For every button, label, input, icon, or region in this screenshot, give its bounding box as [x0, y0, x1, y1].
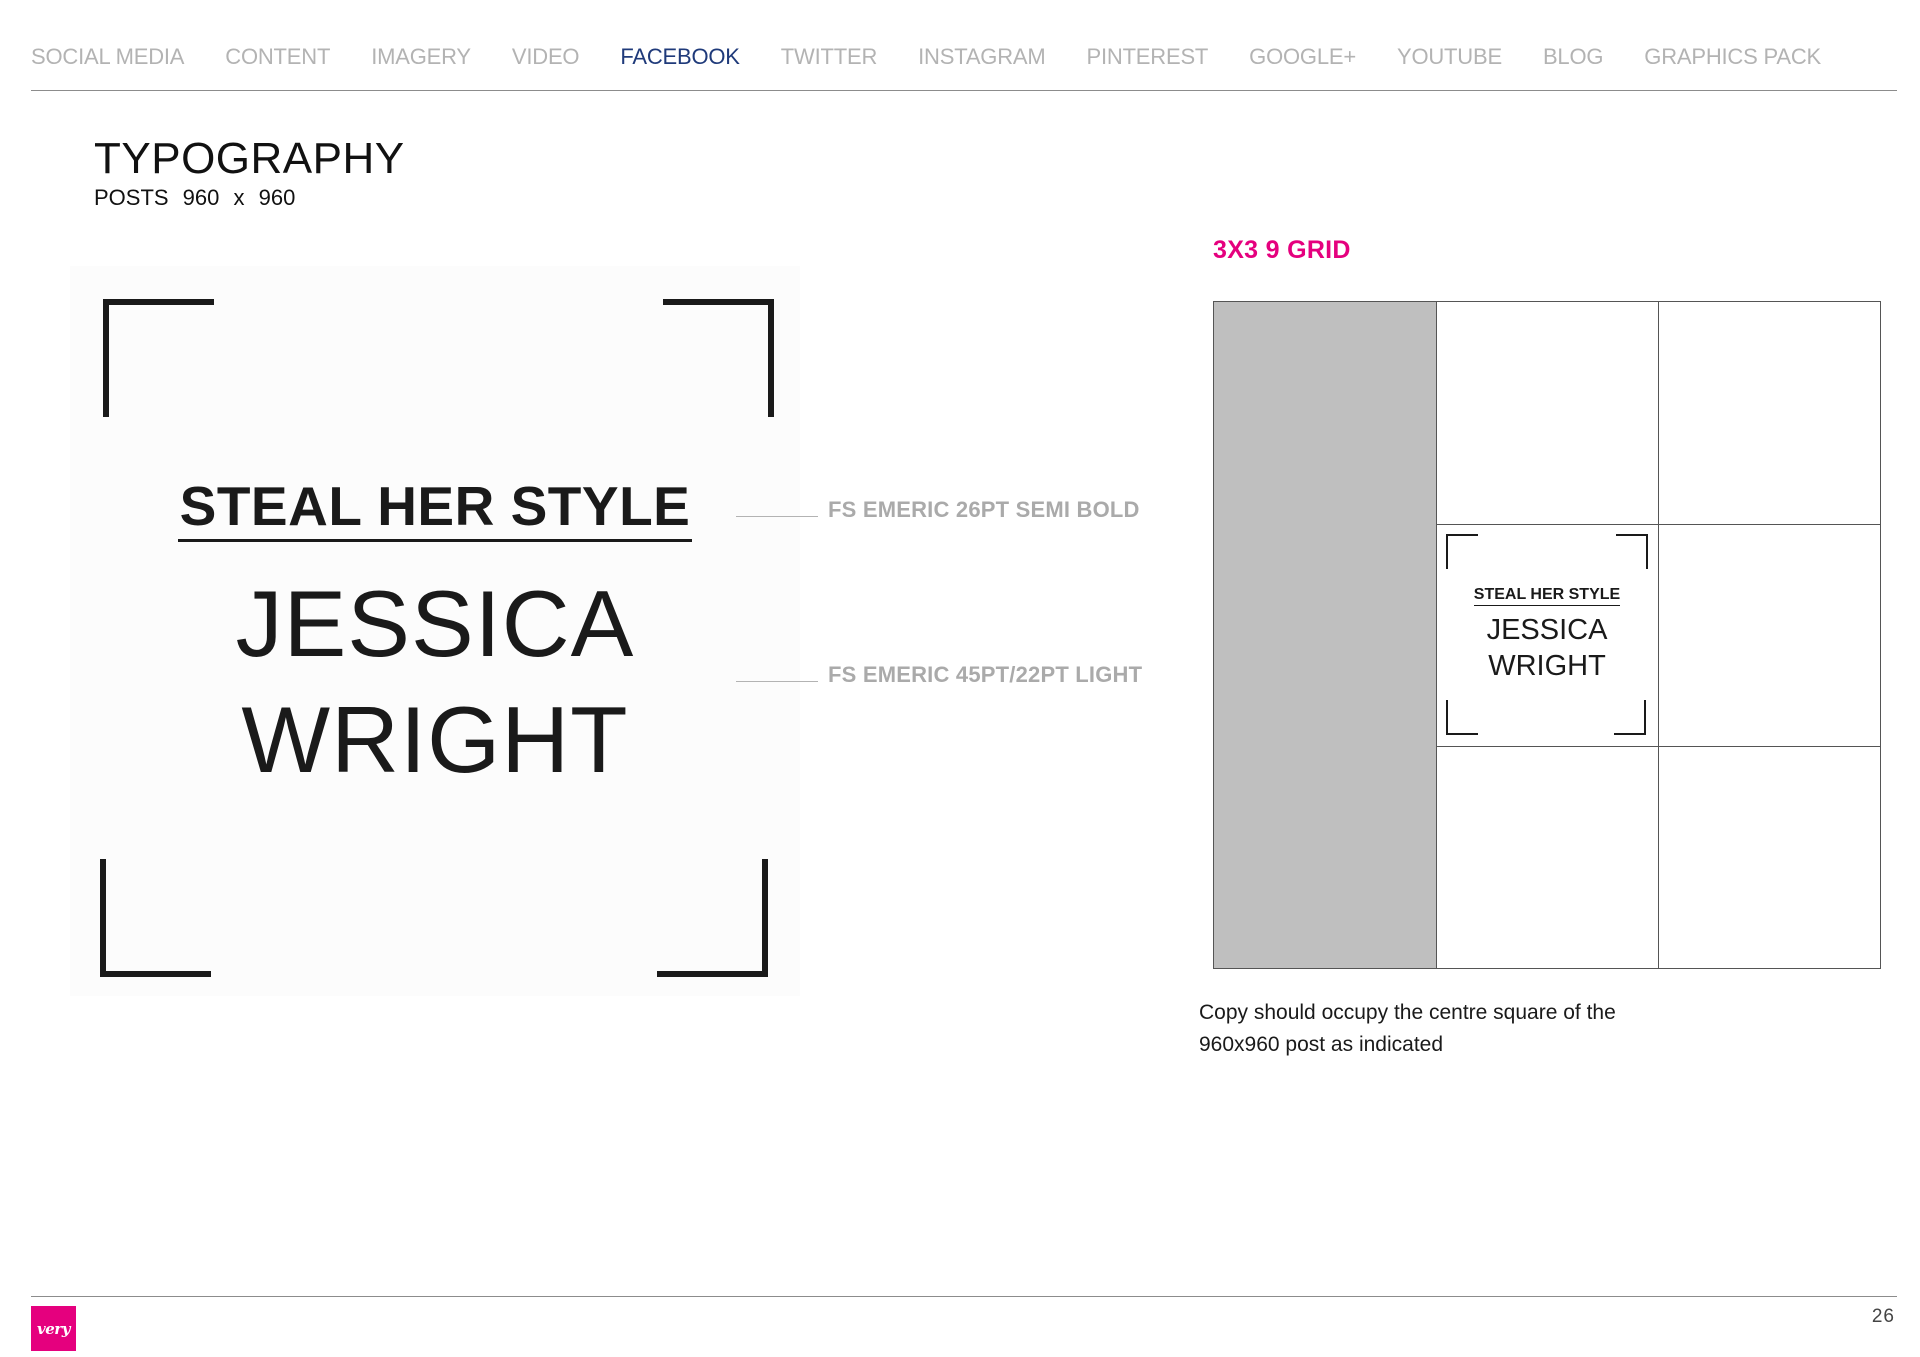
mini-heading-text: STEAL HER STYLE — [1473, 586, 1621, 606]
footer-divider — [31, 1296, 1897, 1297]
grid-line — [1658, 302, 1659, 968]
mini-crop-corner — [1446, 534, 1478, 569]
nav-item-graphics-pack[interactable]: GRAPHICS PACK — [1644, 44, 1821, 70]
crop-corner-top-right — [663, 299, 774, 417]
heading-spec-leader — [736, 516, 818, 517]
mini-name-line-2: WRIGHT — [1488, 650, 1606, 682]
nav-item-content[interactable]: CONTENT — [225, 44, 330, 70]
mini-crop-corner — [1614, 700, 1646, 735]
grid-title: 3X3 9 GRID — [1213, 236, 1351, 264]
name-spec-leader — [736, 681, 818, 682]
mini-name: JESSICA WRIGHT — [1436, 612, 1658, 684]
page-subtitle: POSTS 960 x 960 — [94, 185, 296, 210]
crop-corner-top-left — [103, 299, 214, 417]
post-name: JESSICA WRIGHT — [70, 566, 800, 798]
mini-name-line-1: JESSICA — [1486, 614, 1608, 646]
nav-item-facebook[interactable]: FACEBOOK — [620, 44, 740, 70]
nav-item-google[interactable]: GOOGLE+ — [1249, 44, 1356, 70]
crop-corner-bottom-right — [657, 859, 768, 977]
grid-line — [1436, 746, 1880, 747]
nine-grid: STEAL HER STYLE JESSICA WRIGHT — [1213, 301, 1881, 969]
nav-item-pinterest[interactable]: PINTEREST — [1087, 44, 1209, 70]
grid-left-column — [1214, 302, 1436, 968]
very-logo: very — [31, 1306, 76, 1351]
heading-spec-label: FS EMERIC 26PT SEMI BOLD — [828, 497, 1140, 522]
grid-caption: Copy should occupy the centre square of … — [1199, 1001, 1616, 1056]
nav-divider — [31, 90, 1897, 91]
page-title: TYPOGRAPHY — [94, 134, 405, 183]
name-spec-label: FS EMERIC 45PT/22PT LIGHT — [828, 662, 1143, 687]
post-heading-text: STEAL HER STYLE — [177, 476, 693, 542]
nav-item-social-media[interactable]: SOCIAL MEDIA — [31, 44, 184, 70]
post-name-line-1: JESSICA — [235, 571, 635, 676]
nav-item-youtube[interactable]: YOUTUBE — [1397, 44, 1502, 70]
post-sample: STEAL HER STYLE JESSICA WRIGHT — [70, 266, 800, 996]
post-heading: STEAL HER STYLE — [70, 476, 800, 542]
nav-item-video[interactable]: VIDEO — [512, 44, 580, 70]
mini-heading: STEAL HER STYLE — [1436, 586, 1658, 606]
nav-item-twitter[interactable]: TWITTER — [781, 44, 878, 70]
mini-crop-corner — [1616, 534, 1648, 569]
nav-item-instagram[interactable]: INSTAGRAM — [918, 44, 1046, 70]
grid-centre-post: STEAL HER STYLE JESSICA WRIGHT — [1436, 524, 1658, 746]
top-nav: SOCIAL MEDIA CONTENT IMAGERY VIDEO FACEBOOK T… — [31, 44, 1862, 70]
nav-item-blog[interactable]: BLOG — [1543, 44, 1604, 70]
nav-item-imagery[interactable]: IMAGERY — [371, 44, 471, 70]
mini-crop-corner — [1446, 700, 1478, 735]
crop-corner-bottom-left — [100, 859, 211, 977]
post-name-line-2: WRIGHT — [241, 687, 629, 792]
page-number: 26 — [1871, 1306, 1895, 1327]
